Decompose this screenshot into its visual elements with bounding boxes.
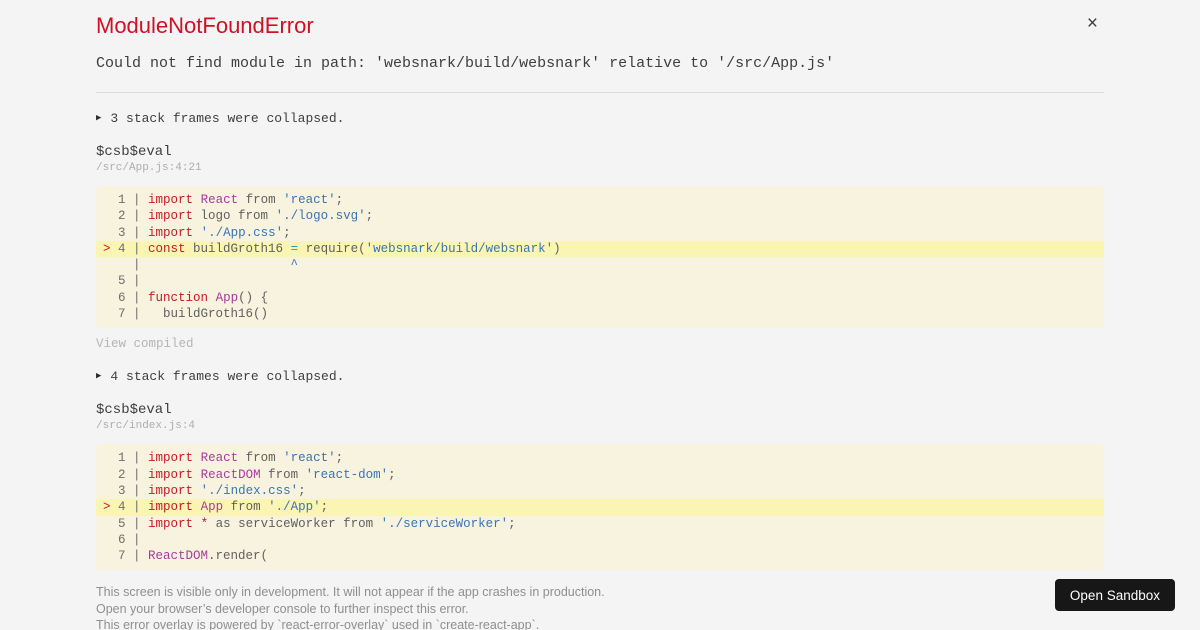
footer-note-line: Open your browser’s developer console to… [96,601,469,616]
collapsed-frames-toggle-2[interactable]: ▶ 4 stack frames were collapsed. [96,369,1104,384]
code-line: 6 | [118,532,149,547]
divider [96,92,1104,93]
code-line: 3 | import './index.css'; [118,483,306,498]
code-line: 7 | buildGroth16() [118,307,269,322]
code-line: 3 | import './App.css'; [118,225,291,240]
collapsed-frames-label: 3 stack frames were collapsed. [110,111,345,126]
code-line: 1 | import React from 'react'; [118,451,344,466]
code-frame-index-js: 1 | import React from 'react'; 2 | impor… [96,444,1104,571]
code-line: 6 | function App() { [118,290,269,305]
error-overlay: × ModuleNotFoundError Could not find mod… [72,0,1128,630]
stack-frame-function: $csb$eval [96,402,172,419]
open-sandbox-button[interactable]: Open Sandbox [1054,579,1175,611]
code-line: 5 | [118,274,149,289]
view-compiled-link[interactable]: View compiled [96,337,194,352]
code-frame-app-js: 1 | import React from 'react'; 2 | impor… [96,186,1104,329]
collapse-triangle-icon: ▶ [96,113,102,123]
footer-note-line: This screen is visible only in developme… [96,585,605,600]
stack-frame-location: /src/App.js:4:21 [96,162,202,174]
code-line: | ^ [118,258,299,273]
footer-note-line: This error overlay is powered by `react-… [96,618,540,630]
collapse-triangle-icon: ▶ [96,371,102,382]
collapsed-frames-label: 4 stack frames were collapsed. [110,369,345,385]
stack-frame-function: $csb$eval [96,144,172,160]
close-icon[interactable]: × [1087,14,1098,34]
error-title: ModuleNotFoundError [96,13,314,38]
code-line: 7 | ReactDOM.render( [118,549,269,564]
error-message: Could not find module in path: 'websnark… [96,55,835,72]
code-line: 5 | import * as serviceWorker from './se… [118,516,516,531]
stack-frame-location: /src/index.js:4 [96,420,196,433]
collapsed-frames-toggle-1[interactable]: ▶ 3 stack frames were collapsed. [96,111,1104,126]
code-line: 2 | import logo from './logo.svg'; [118,209,374,224]
footer-notes: This screen is visible only in developme… [96,584,1104,630]
code-line: > 4 | const buildGroth16 = require('webs… [96,240,1104,258]
code-line: 1 | import React from 'react'; [118,193,344,207]
code-line: > 4 | import App from './App'; [96,499,1104,516]
code-line: 2 | import ReactDOM from 'react-dom'; [118,467,396,482]
